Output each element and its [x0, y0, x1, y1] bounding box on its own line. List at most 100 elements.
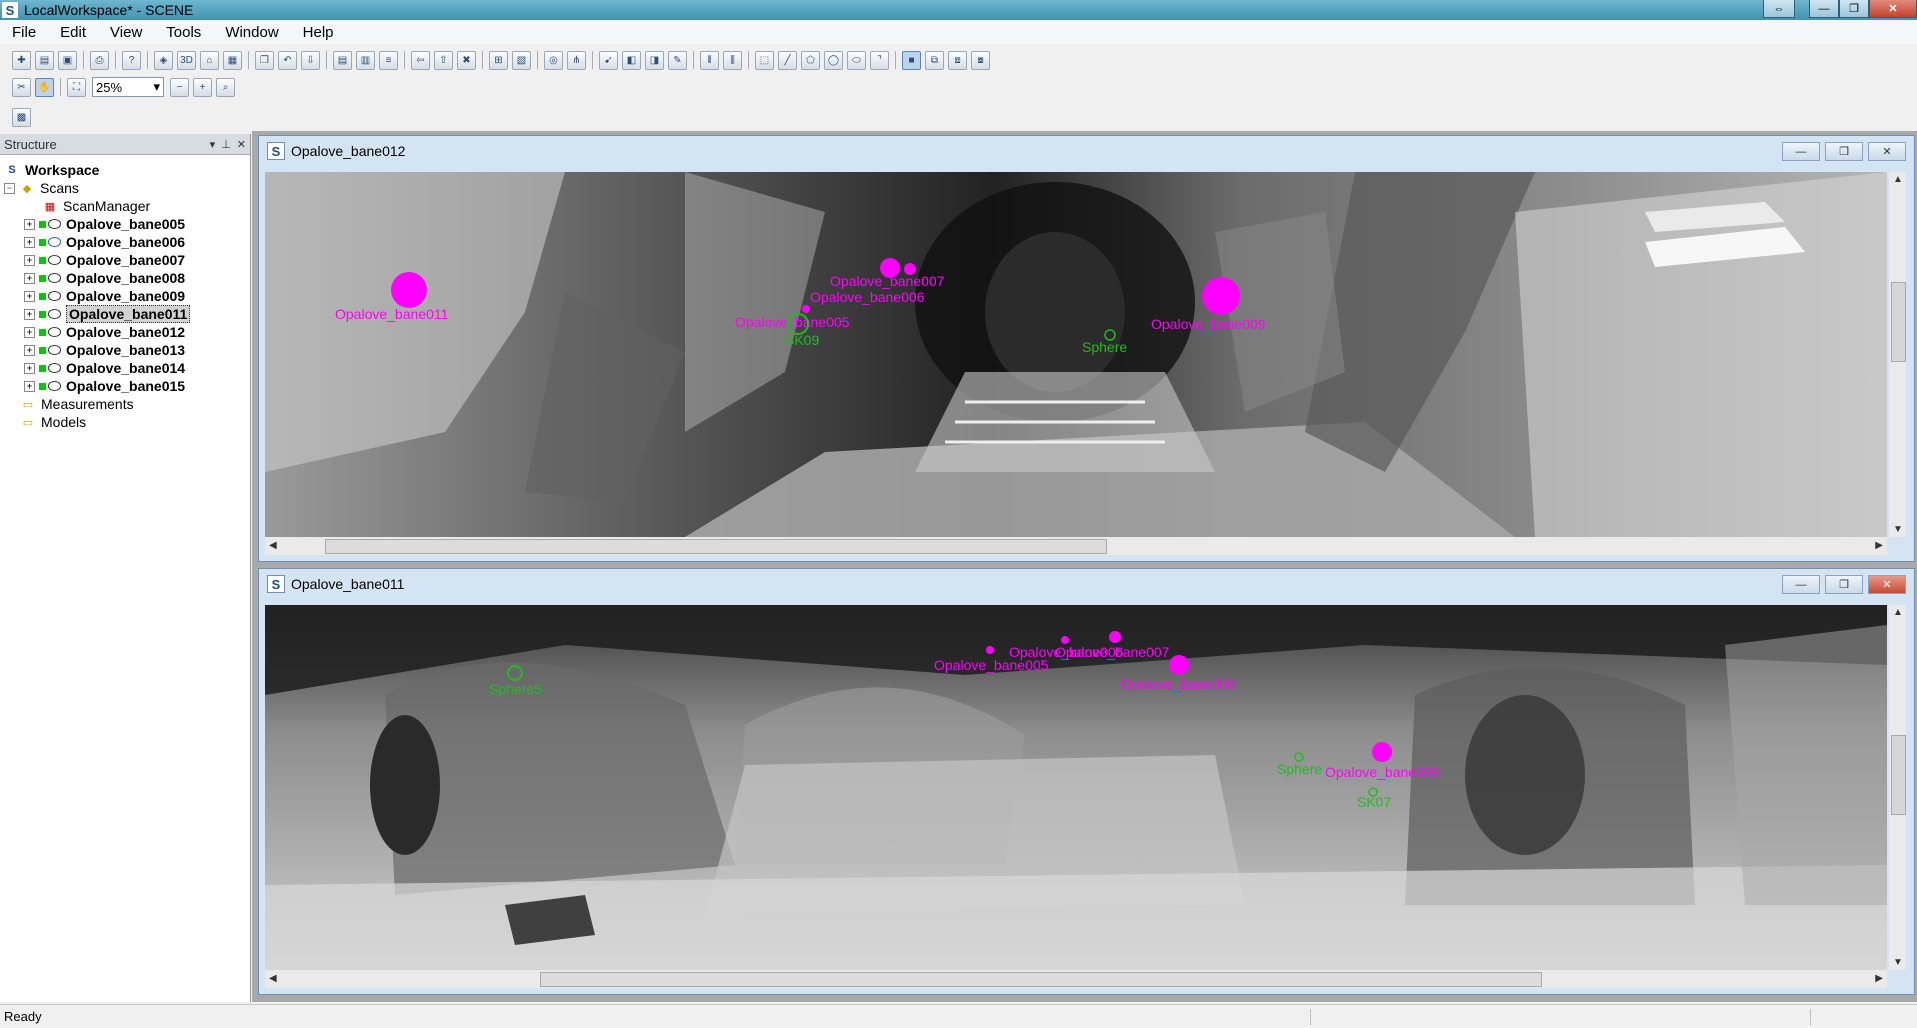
marker-label[interactable]: Opalove_bane011: [335, 306, 449, 322]
tree-scan-item[interactable]: + Opalove_bane009: [24, 286, 185, 306]
scroll-down-icon[interactable]: ▼: [1893, 957, 1903, 968]
scroll-right-icon[interactable]: ▶: [1875, 540, 1883, 551]
tree-scan-item[interactable]: + Opalove_bane008: [24, 268, 185, 288]
view-close-button[interactable]: ✕: [1868, 142, 1906, 161]
scroll-thumb[interactable]: [325, 539, 1107, 554]
tree-scan-item[interactable]: + Opalove_bane005: [24, 214, 185, 234]
menu-window[interactable]: Window: [213, 24, 290, 41]
scan-view-window[interactable]: S Opalove_bane012 — ❐ ✕ Opalove_bane011 …: [258, 135, 1915, 562]
tree-scan-item[interactable]: + Opalove_bane015: [24, 376, 185, 396]
rect-select-icon[interactable]: ⬚: [755, 50, 774, 70]
list-icon[interactable]: ≡: [379, 50, 398, 70]
scroll-thumb[interactable]: [1891, 282, 1906, 362]
expand-icon[interactable]: +: [24, 344, 35, 356]
scan-view-window[interactable]: S Opalove_bane011 — ❐ ✕ Sphere5 Opalove_…: [258, 568, 1915, 995]
columns-icon[interactable]: ⫴: [700, 50, 719, 70]
pin-icon[interactable]: ⊥: [221, 138, 231, 151]
dropdown-icon[interactable]: ▾: [210, 138, 216, 151]
view-3d-icon[interactable]: 3D: [177, 50, 196, 70]
single-view-icon[interactable]: ■: [902, 50, 921, 70]
scroll-down-icon[interactable]: ▼: [1893, 524, 1903, 535]
import-icon[interactable]: ⇩: [301, 50, 320, 70]
marker-label[interactable]: SK09: [785, 332, 819, 348]
marker-label[interactable]: SK07: [1357, 794, 1391, 810]
marker-label[interactable]: Opalove_bane007: [830, 273, 945, 289]
print-icon[interactable]: ⎙: [90, 50, 109, 70]
menu-tools[interactable]: Tools: [154, 24, 213, 41]
scroll-thumb[interactable]: [1891, 735, 1906, 815]
horizontal-scrollbar[interactable]: ◀ ▶: [265, 970, 1887, 988]
expand-icon[interactable]: +: [24, 362, 35, 374]
open-icon[interactable]: ▤: [35, 50, 54, 70]
panorama-view[interactable]: Sphere5 Opalove_bane005 Opalove_bane006 …: [265, 605, 1887, 970]
network-icon[interactable]: ⋔: [567, 50, 586, 70]
zoom-window-icon[interactable]: ⌕: [216, 77, 235, 97]
scroll-up-icon[interactable]: ▲: [1893, 607, 1903, 618]
expand-icon[interactable]: +: [24, 290, 35, 302]
help-icon[interactable]: ?: [122, 50, 141, 70]
menu-edit[interactable]: Edit: [48, 24, 98, 41]
scroll-up-icon[interactable]: ▲: [1893, 174, 1903, 185]
marker-label[interactable]: Opalove_bane006: [810, 289, 925, 305]
home-icon[interactable]: ⌂: [200, 50, 219, 70]
register-icon[interactable]: ⊞: [489, 50, 508, 70]
hand-icon[interactable]: ✋: [35, 77, 54, 97]
marker-label[interactable]: Sphere: [1082, 339, 1127, 355]
scroll-left-icon[interactable]: ◀: [269, 973, 277, 984]
tree-workspace[interactable]: S Workspace: [4, 160, 99, 180]
scan-icon[interactable]: ◧: [622, 50, 641, 70]
zoom-out-icon[interactable]: −: [170, 77, 189, 97]
tree-scan-item[interactable]: + Opalove_bane014: [24, 358, 185, 378]
scroll-thumb[interactable]: [540, 972, 1542, 987]
close-button[interactable]: ✕: [1869, 0, 1917, 18]
menu-help[interactable]: Help: [291, 24, 346, 41]
view-maximize-button[interactable]: ❐: [1825, 575, 1863, 594]
delete-icon[interactable]: ✖: [457, 50, 476, 70]
view-minimize-button[interactable]: —: [1782, 575, 1820, 594]
target-icon[interactable]: ◎: [544, 50, 563, 70]
vertical-scrollbar[interactable]: ▲ ▼: [1889, 605, 1906, 970]
circle-select-icon[interactable]: ◯: [824, 50, 843, 70]
restore-arrows-button[interactable]: ⇔: [1763, 0, 1795, 18]
expand-icon[interactable]: +: [24, 380, 35, 392]
column-icon[interactable]: ⫼: [723, 50, 742, 70]
tree-scan-item[interactable]: + Opalove_bane007: [24, 250, 185, 270]
undo-icon[interactable]: ↶: [278, 50, 297, 70]
view-minimize-button[interactable]: —: [1782, 142, 1820, 161]
arrow-left-icon[interactable]: ⇦: [411, 50, 430, 70]
scissors-icon[interactable]: ✂: [12, 77, 31, 97]
menu-file[interactable]: File: [0, 24, 48, 41]
scan-manager-icon[interactable]: ▩: [12, 107, 31, 127]
tree-models[interactable]: ▭ Models: [20, 412, 86, 432]
minimize-button[interactable]: —: [1809, 0, 1839, 18]
copy-icon[interactable]: ❐: [255, 50, 274, 70]
scroll-left-icon[interactable]: ◀: [269, 540, 277, 551]
menu-view[interactable]: View: [98, 24, 154, 41]
table-icon[interactable]: ▤: [333, 50, 352, 70]
horizontal-scrollbar[interactable]: ◀ ▶: [265, 537, 1887, 555]
cascade-icon[interactable]: ⧉: [925, 50, 944, 70]
expand-icon[interactable]: +: [24, 308, 35, 320]
document-icon[interactable]: ▥: [356, 50, 375, 70]
close-icon[interactable]: ✕: [237, 138, 246, 151]
tree-scan-item[interactable]: + Opalove_bane012: [24, 322, 185, 342]
disabled-tool-icon[interactable]: ▦: [223, 50, 242, 70]
view-close-button[interactable]: ✕: [1868, 575, 1906, 594]
scroll-right-icon[interactable]: ▶: [1875, 973, 1883, 984]
tile-icon[interactable]: ⧈: [948, 50, 967, 70]
pointer-icon[interactable]: ➹: [599, 50, 618, 70]
maximize-button[interactable]: ❐: [1839, 0, 1869, 18]
view-maximize-button[interactable]: ❐: [1825, 142, 1863, 161]
expand-icon[interactable]: +: [24, 236, 35, 248]
expand-icon[interactable]: +: [24, 326, 35, 338]
marker-label[interactable]: Sphere5: [489, 681, 542, 697]
polygon-select-icon[interactable]: ⬠: [801, 50, 820, 70]
tree-scans[interactable]: − ◆ Scans: [4, 178, 79, 198]
ellipse-select-icon[interactable]: ⬭: [847, 50, 866, 70]
marker-label[interactable]: Opalove_bane008: [1121, 676, 1236, 692]
collapse-icon[interactable]: −: [4, 182, 15, 194]
tree-scan-item-selected[interactable]: + Opalove_bane011: [24, 304, 191, 324]
zoom-select[interactable]: 25% ▾: [92, 77, 164, 97]
marker-label[interactable]: Opalove_bane007: [1055, 644, 1170, 660]
tree-scan-item[interactable]: + Opalove_bane006: [24, 232, 185, 252]
